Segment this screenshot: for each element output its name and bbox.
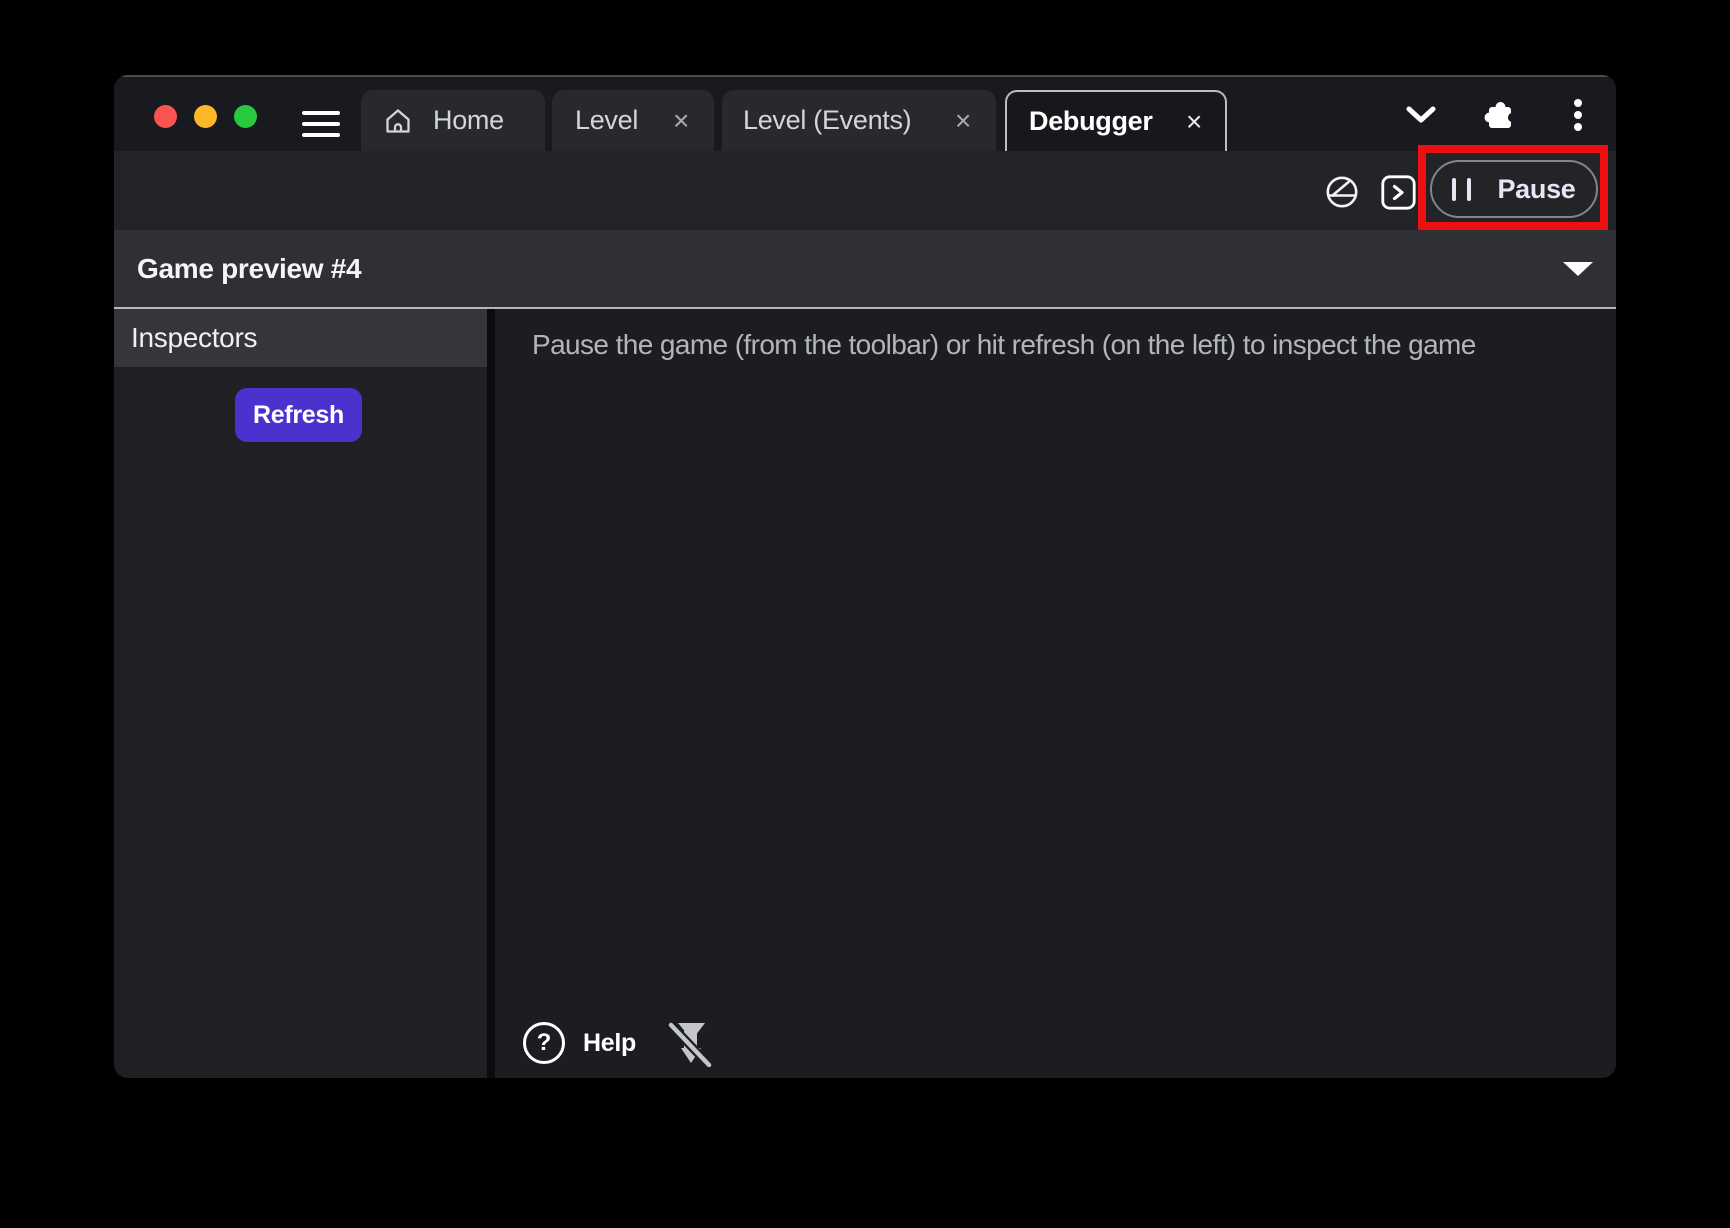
pin-off-icon[interactable] — [668, 1019, 712, 1067]
tab-home[interactable]: Home — [361, 90, 545, 151]
close-tab-icon[interactable]: × — [948, 104, 978, 138]
pause-button[interactable]: Pause — [1430, 160, 1598, 218]
question-circle-icon: ? — [523, 1022, 565, 1064]
empty-state-message: Pause the game (from the toolbar) or hit… — [532, 329, 1476, 361]
inspector-detail-panel: Pause the game (from the toolbar) or hit… — [495, 309, 1616, 1078]
tab-level[interactable]: Level × — [552, 90, 714, 151]
tab-bar: Home Level × Level (Events) × Debugger × — [114, 75, 1616, 151]
profiler-gauge-icon[interactable] — [1325, 175, 1359, 209]
window-top-highlight — [114, 75, 1616, 77]
close-tab-icon[interactable]: × — [666, 104, 696, 138]
inspectors-header: Inspectors — [114, 309, 487, 367]
help-button[interactable]: ? Help — [523, 1022, 636, 1064]
minimize-window-button[interactable] — [194, 105, 217, 128]
home-icon — [383, 106, 413, 136]
help-label: Help — [583, 1029, 636, 1058]
panel-divider[interactable] — [487, 309, 495, 1078]
debugger-toolbar: Pause — [114, 151, 1616, 230]
pause-button-label: Pause — [1497, 174, 1575, 205]
game-preview-selector[interactable]: Game preview #4 — [114, 230, 1616, 307]
desktop-background: { "window": { "tabs": [ {"label": "Home"… — [0, 0, 1730, 1228]
extensions-puzzle-icon[interactable] — [1483, 98, 1517, 132]
tab-level-events[interactable]: Level (Events) × — [722, 90, 996, 151]
inspectors-title: Inspectors — [131, 322, 257, 354]
maximize-window-button[interactable] — [234, 105, 257, 128]
more-options-kebab-icon[interactable] — [1572, 99, 1584, 131]
tab-label: Level (Events) — [743, 105, 911, 136]
inspectors-panel: Inspectors Refresh — [114, 309, 487, 1078]
pause-icon — [1452, 178, 1471, 201]
caret-down-icon — [1563, 262, 1593, 276]
bottom-actions: ? Help — [523, 1019, 712, 1067]
debugger-content: Inspectors Refresh Pause the game (from … — [114, 309, 1616, 1078]
console-icon[interactable] — [1381, 175, 1416, 210]
refresh-button[interactable]: Refresh — [235, 388, 362, 442]
game-preview-title: Game preview #4 — [137, 230, 361, 307]
chevron-down-icon[interactable] — [1406, 106, 1436, 124]
window-controls — [154, 105, 257, 128]
app-window: Home Level × Level (Events) × Debugger × — [114, 75, 1616, 1078]
tab-label: Level — [575, 105, 638, 136]
tab-debugger[interactable]: Debugger × — [1005, 90, 1227, 151]
tab-label: Debugger — [1029, 106, 1153, 137]
main-menu-icon[interactable] — [302, 111, 340, 137]
close-tab-icon[interactable]: × — [1179, 105, 1209, 139]
tab-label: Home — [433, 105, 504, 136]
close-window-button[interactable] — [154, 105, 177, 128]
